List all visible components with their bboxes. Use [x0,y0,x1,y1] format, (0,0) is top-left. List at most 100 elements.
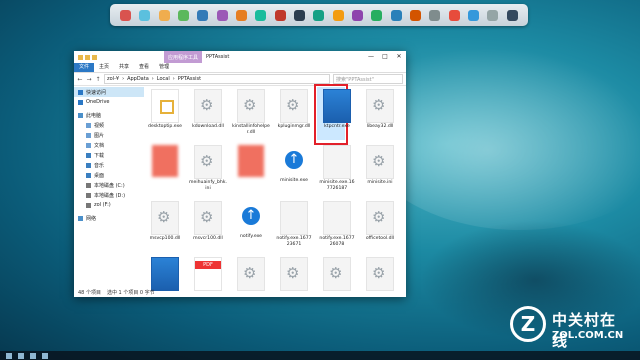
file-item[interactable]: notify.exe.167726078 [318,201,356,249]
status-bar: 48 个项目 选中 1 个项目 0 字节 [74,287,406,297]
file-item[interactable] [232,145,270,193]
sidebar-item[interactable]: 本地磁盘 (C:) [74,180,144,190]
file-item[interactable]: kinstallinfohelper.dll [232,89,270,137]
gear-icon [194,89,222,123]
file-item[interactable]: kpluginmgr.dll [275,89,313,137]
sidebar-item[interactable]: zol (F:) [74,200,144,210]
file-item[interactable]: msvcr100.dll [189,201,227,249]
app-tools-tab[interactable]: 应用程序工具 [164,51,202,63]
sidebar-item-label: 视频 [94,122,105,129]
gear-icon [194,201,222,235]
file-item[interactable]: PDF [189,257,227,305]
dock-app-icon[interactable] [197,9,209,21]
file-item[interactable] [275,257,313,305]
file-item[interactable] [232,257,270,305]
dock-app-icon[interactable] [178,9,190,21]
dock-app-icon[interactable] [352,9,364,21]
exe-icon [151,89,179,123]
file-item[interactable]: ↑ minisite.exe [275,145,313,193]
forward-arrow-icon[interactable]: → [86,76,92,83]
taskbar-app-icon[interactable] [42,352,48,359]
maximize-button[interactable]: □ [378,51,392,62]
tab-manage[interactable]: 管理 [154,63,174,72]
file-item[interactable]: msvcp100.dll [146,201,184,249]
dock-app-icon[interactable] [313,9,325,21]
gear-icon [280,89,308,123]
tab-view[interactable]: 查看 [134,63,154,72]
dock-app-icon[interactable] [120,9,132,21]
file-item[interactable] [318,257,356,305]
file-item[interactable]: ↑ notify.exe [232,201,270,249]
file-item[interactable]: minisite.exe.167726187 [318,145,356,193]
dock-app-icon[interactable] [468,9,480,21]
up-arrow-icon[interactable]: ↑ [95,76,101,83]
file-item[interactable]: minisite.ini [361,145,399,193]
dock-app-icon[interactable] [390,9,402,21]
file-item[interactable] [146,145,184,193]
file-item[interactable]: meihuainfy_bhk.ini [189,145,227,193]
sidebar-item[interactable]: 本地磁盘 (D:) [74,190,144,200]
breadcrumb-item[interactable]: zol-¥ [107,76,119,82]
sidebar-item[interactable]: 快速访问 [74,87,144,97]
sidebar-item[interactable]: 下载 [74,150,144,160]
address-bar[interactable]: zol-¥ › AppData › Local › PPTAssist [104,74,330,84]
file-name: minisite.exe.167726187 [319,180,355,191]
blue-arrow-icon: ↑ [281,145,307,177]
dock-app-icon[interactable] [332,9,344,21]
selection-info: 选中 1 个项目 0 字节 [106,289,155,296]
dock-app-icon[interactable] [410,9,422,21]
start-icon[interactable] [6,352,12,359]
sidebar-item[interactable]: 音乐 [74,160,144,170]
file-item[interactable] [146,257,184,305]
app-icon [323,89,351,123]
gear-icon [366,89,394,123]
search-input[interactable]: 搜索"PPTAssist" [333,74,403,84]
sidebar-item[interactable]: 视频 [74,120,144,130]
tab-file[interactable]: 文件 [74,63,95,72]
app-icon [151,257,179,291]
sidebar-item[interactable]: 此电脑 [74,110,144,120]
dock-app-icon[interactable] [139,9,151,21]
dock-app-icon[interactable] [506,9,518,21]
dock-app-icon[interactable] [274,9,286,21]
tab-share[interactable]: 共享 [114,63,134,72]
file-name: kpluginmgr.dll [277,124,311,129]
back-arrow-icon[interactable]: ← [77,76,83,83]
sidebar-item[interactable]: 网络 [74,213,144,223]
breadcrumb-item[interactable]: AppData [127,76,149,82]
sidebar-item[interactable]: 桌面 [74,170,144,180]
minimize-button[interactable]: — [364,51,378,62]
file-item[interactable]: desktoptip.exe [146,89,184,137]
dock-app-icon[interactable] [255,9,267,21]
file-item[interactable]: ktpcntr.exe [318,89,356,137]
file-item[interactable]: notify.exe.167723671 [275,201,313,249]
file-name: kinstallinfohelper.dll [232,124,270,135]
taskbar-app-icon[interactable] [18,352,24,359]
file-item[interactable]: libeay32.dll [361,89,399,137]
dock-app-icon[interactable] [429,9,441,21]
dock-app-icon[interactable] [158,9,170,21]
sidebar-item[interactable]: OneDrive [74,97,144,107]
dock-app-icon[interactable] [371,9,383,21]
file-item[interactable]: officetool.dll [361,201,399,249]
file-item[interactable]: kdownload.dll [189,89,227,137]
breadcrumb-item[interactable]: Local [157,76,170,82]
blue-arrow-icon: ↑ [238,201,264,233]
sidebar-item[interactable]: 文档 [74,140,144,150]
dock-app-icon[interactable] [448,9,460,21]
tab-home[interactable]: 主页 [94,63,114,72]
quick-access-toolbar[interactable] [78,54,97,60]
close-button[interactable]: ✕ [392,51,406,62]
dock-app-icon[interactable] [236,9,248,21]
network-icon [78,215,83,221]
sidebar-item-label: 此电脑 [86,112,102,119]
cloud-icon [78,99,83,105]
file-name: notify.exe [239,234,262,239]
file-item[interactable] [361,257,399,305]
dock-app-icon[interactable] [216,9,228,21]
sidebar-item[interactable]: 图片 [74,130,144,140]
dock-app-icon[interactable] [294,9,306,21]
dock-app-icon[interactable] [487,9,499,21]
taskbar-app-icon[interactable] [30,352,36,359]
breadcrumb-item[interactable]: PPTAssist [178,76,201,82]
